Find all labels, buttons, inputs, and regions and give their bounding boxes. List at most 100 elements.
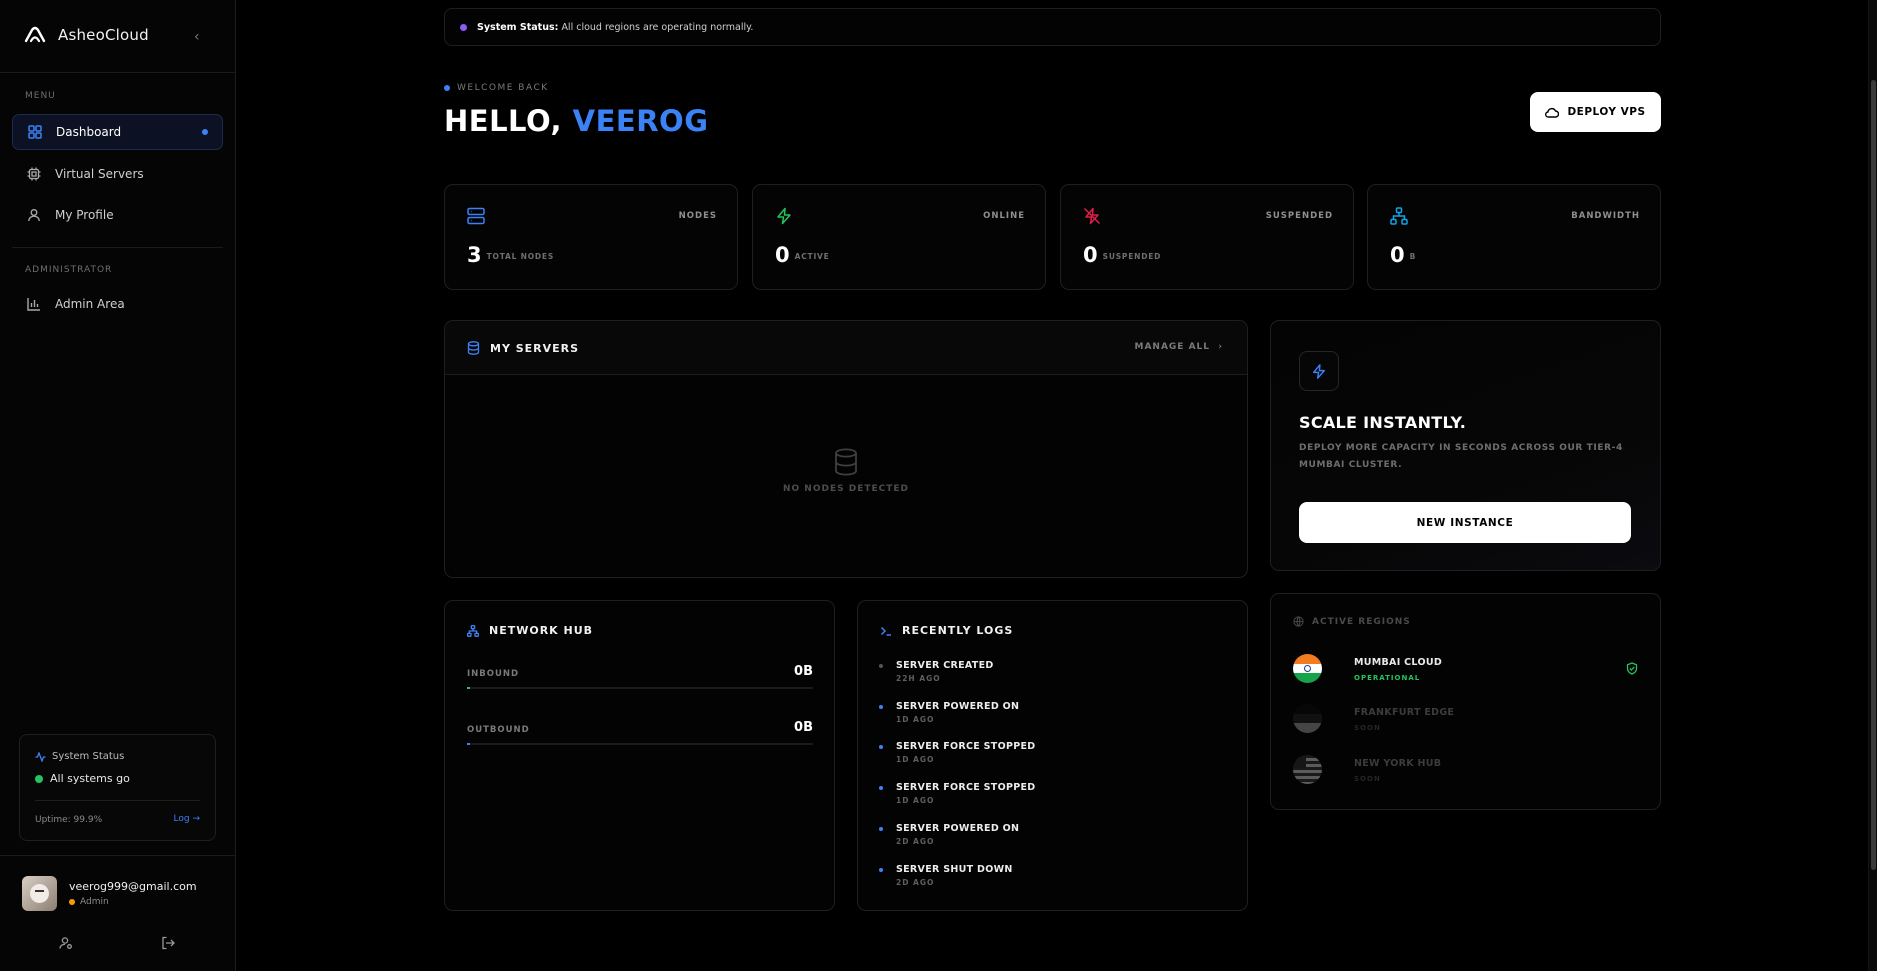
grid-icon bbox=[28, 125, 42, 139]
status-dot bbox=[460, 23, 467, 31]
network-icon bbox=[467, 624, 479, 637]
log-item: SERVER CREATED 22H AGO bbox=[879, 660, 994, 683]
sidebar-item-virtual-servers[interactable]: Virtual Servers bbox=[12, 156, 223, 192]
log-item: SERVER POWERED ON 2D AGO bbox=[879, 823, 1019, 846]
manage-all-link[interactable]: MANAGE ALL › bbox=[1134, 342, 1223, 352]
scale-panel: SCALE INSTANTLY. DEPLOY MORE CAPACITY IN… bbox=[1270, 320, 1661, 571]
stat-card-bandwidth: BANDWIDTH 0B bbox=[1367, 184, 1661, 290]
uptime-text: Uptime: 99.9% bbox=[35, 815, 103, 825]
log-title: SERVER POWERED ON bbox=[896, 823, 1020, 834]
stat-number: 0 bbox=[1083, 243, 1098, 267]
sidebar-item-label: Admin Area bbox=[55, 297, 125, 311]
system-status-title: System Status bbox=[35, 751, 124, 762]
log-dot bbox=[879, 745, 883, 749]
region-status: SOON bbox=[1354, 775, 1381, 783]
inbound-value: 0B bbox=[794, 664, 813, 679]
logo-icon bbox=[24, 26, 46, 43]
divider bbox=[35, 800, 200, 801]
welcome-text: WELCOME BACK bbox=[457, 83, 549, 93]
banner-message: All cloud regions are operating normally… bbox=[561, 21, 754, 33]
user-email: veerog999@gmail.com bbox=[69, 880, 197, 893]
log-item: SERVER SHUT DOWN 2D AGO bbox=[879, 864, 1013, 887]
globe-icon bbox=[1293, 616, 1304, 627]
log-title: SERVER SHUT DOWN bbox=[896, 864, 1013, 875]
user-card[interactable]: veerog999@gmail.com Admin bbox=[22, 876, 197, 911]
log-title: SERVER POWERED ON bbox=[896, 701, 1020, 712]
network-icon bbox=[1390, 207, 1408, 225]
terminal-icon bbox=[880, 626, 891, 636]
log-item: SERVER FORCE STOPPED 1D AGO bbox=[879, 741, 1035, 764]
database-icon bbox=[467, 341, 480, 355]
status-dot bbox=[35, 774, 43, 783]
activity-icon bbox=[35, 751, 46, 762]
brand[interactable]: AsheoCloud bbox=[24, 26, 149, 44]
outbound-row: OUTBOUND 0B bbox=[467, 720, 813, 745]
sidebar-item-dashboard[interactable]: Dashboard bbox=[12, 114, 223, 150]
server-icon bbox=[467, 207, 485, 225]
log-time: 2D AGO bbox=[896, 878, 935, 887]
recent-logs-panel: RECENTLY LOGS SERVER CREATED 22H AGO SER… bbox=[857, 600, 1248, 911]
outbound-bar bbox=[467, 743, 813, 745]
stat-number: 0 bbox=[775, 243, 790, 267]
welcome-label: WELCOME BACK bbox=[444, 83, 549, 93]
stat-card-nodes: NODES 3 TOTAL NODES bbox=[444, 184, 738, 290]
deploy-vps-label: DEPLOY VPS bbox=[1567, 106, 1646, 118]
deploy-vps-button[interactable]: DEPLOY VPS bbox=[1530, 92, 1661, 132]
outbound-value: 0B bbox=[794, 720, 813, 735]
active-indicator bbox=[202, 129, 208, 135]
stat-sub: SUSPENDED bbox=[1102, 252, 1162, 261]
cpu-icon bbox=[27, 167, 41, 181]
stat-number: 0 bbox=[1390, 243, 1405, 267]
scrollbar-thumb[interactable] bbox=[1871, 80, 1876, 870]
scale-subtitle: DEPLOY MORE CAPACITY IN SECONDS ACROSS O… bbox=[1299, 443, 1623, 470]
network-hub-title-text: NETWORK HUB bbox=[489, 624, 594, 637]
recent-logs-title: RECENTLY LOGS bbox=[880, 624, 1013, 637]
scale-icon-box bbox=[1299, 351, 1339, 391]
log-title: SERVER CREATED bbox=[896, 660, 994, 671]
stat-label: SUSPENDED bbox=[1265, 211, 1333, 221]
new-instance-button[interactable]: NEW INSTANCE bbox=[1299, 502, 1631, 543]
inbound-bar bbox=[467, 687, 813, 689]
divider bbox=[12, 247, 223, 248]
shield-check-icon bbox=[1626, 662, 1638, 675]
sidebar-item-my-profile[interactable]: My Profile bbox=[12, 197, 223, 233]
welcome-dot bbox=[444, 85, 450, 91]
stat-label: ONLINE bbox=[983, 211, 1025, 221]
log-title: SERVER FORCE STOPPED bbox=[896, 741, 1036, 752]
role-dot bbox=[69, 899, 75, 905]
active-regions-title-text: ACTIVE REGIONS bbox=[1312, 616, 1411, 627]
log-link[interactable]: Log → bbox=[174, 814, 200, 824]
bolt-icon bbox=[777, 207, 791, 225]
log-dot bbox=[879, 705, 883, 709]
inbound-bar-fill bbox=[467, 687, 470, 689]
outbound-bar-fill bbox=[467, 743, 470, 745]
sidebar-item-label: My Profile bbox=[55, 208, 114, 222]
india-flag-icon bbox=[1293, 654, 1322, 683]
log-time: 2D AGO bbox=[896, 837, 935, 846]
stat-sub: ACTIVE bbox=[794, 252, 830, 261]
active-regions-title: ACTIVE REGIONS bbox=[1293, 616, 1411, 627]
region-row-frankfurt[interactable]: FRANKFURT EDGE SOON bbox=[1293, 704, 1638, 744]
avatar bbox=[22, 876, 57, 911]
log-dot bbox=[879, 868, 883, 872]
scrollbar[interactable] bbox=[1868, 0, 1877, 971]
region-row-mumbai[interactable]: MUMBAI CLOUD OPERATIONAL bbox=[1293, 654, 1638, 694]
bar-chart-icon bbox=[27, 298, 40, 311]
stat-label: NODES bbox=[678, 211, 717, 221]
region-row-new-york[interactable]: NEW YORK HUB SOON bbox=[1293, 755, 1638, 795]
admin-heading: ADMINISTRATOR bbox=[25, 265, 113, 275]
logout-icon[interactable] bbox=[161, 935, 175, 954]
account-settings-icon[interactable] bbox=[59, 935, 73, 954]
user-name: VEEROG bbox=[572, 104, 709, 138]
status-title-text: System Status bbox=[52, 751, 125, 762]
collapse-sidebar-icon[interactable]: ‹ bbox=[194, 29, 200, 45]
cloud-icon bbox=[1545, 107, 1560, 118]
banner-label: System Status: bbox=[477, 21, 559, 33]
active-regions-panel: ACTIVE REGIONS MUMBAI CLOUD OPERATIONAL … bbox=[1270, 593, 1661, 810]
sidebar-item-label: Dashboard bbox=[56, 125, 122, 139]
database-icon bbox=[835, 448, 857, 476]
region-name: MUMBAI CLOUD bbox=[1354, 657, 1443, 668]
stat-number: 3 bbox=[467, 243, 482, 267]
sidebar-item-admin-area[interactable]: Admin Area bbox=[12, 286, 223, 322]
region-status: OPERATIONAL bbox=[1354, 674, 1421, 682]
